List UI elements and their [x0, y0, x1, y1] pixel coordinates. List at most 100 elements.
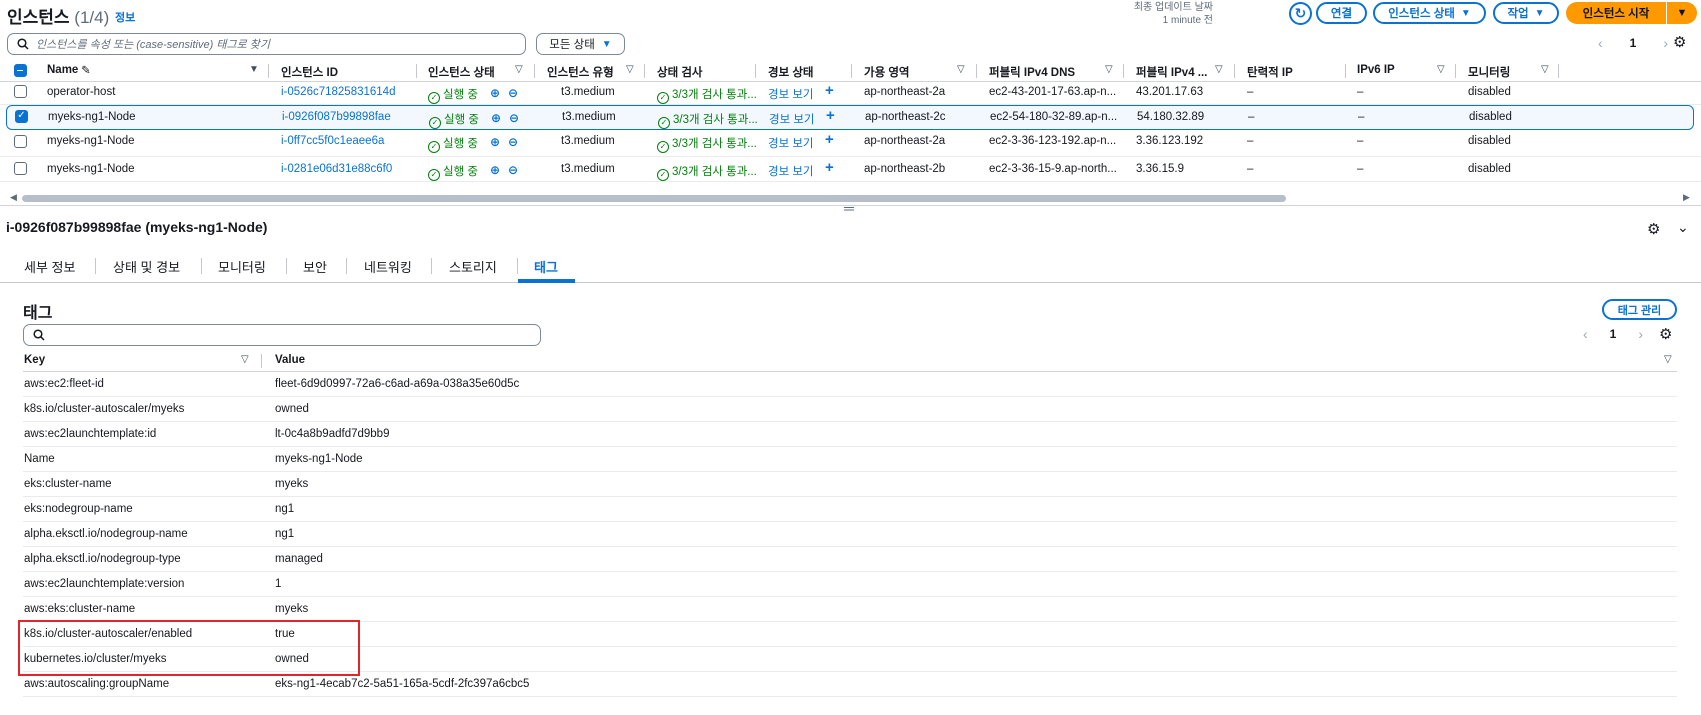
view-alarms-link[interactable]: 경보 보기: [768, 135, 814, 151]
col-type[interactable]: 인스턴스 유형: [547, 64, 614, 80]
add-alarm-icon[interactable]: +: [825, 82, 834, 99]
zoom-in-icon[interactable]: ⊕: [490, 163, 500, 177]
gear-icon[interactable]: ⚙: [1647, 220, 1660, 238]
scroll-right-icon[interactable]: ▶: [1683, 192, 1690, 203]
filter-icon[interactable]: ▽: [957, 64, 965, 75]
info-link[interactable]: 정보: [115, 9, 135, 25]
instance-id-link[interactable]: i-0ff7cc5f0c1eaee6a: [281, 135, 384, 147]
zoom-out-icon[interactable]: ⊖: [509, 111, 519, 125]
tag-value: myeks-ng1-Node: [275, 453, 363, 465]
filter-icon[interactable]: ▽: [1437, 64, 1445, 75]
instance-state-button[interactable]: 인스턴스 상태 ▼: [1373, 2, 1486, 24]
caret-down-icon: ▼: [601, 38, 612, 50]
tab-tags[interactable]: 태그: [534, 257, 558, 276]
status-check-text: 3/3개 검사 통과...: [672, 89, 757, 101]
pencil-icon[interactable]: ✎: [81, 63, 91, 77]
instance-id-link[interactable]: i-0926f087b99898fae: [282, 111, 391, 123]
next-page-icon[interactable]: ›: [1638, 326, 1643, 342]
row-checkbox[interactable]: [14, 135, 27, 148]
add-alarm-icon[interactable]: +: [825, 159, 834, 176]
monitoring: disabled: [1468, 163, 1511, 175]
last-updated-label: 최종 업데이트 날짜: [1133, 2, 1213, 13]
col-instance-id[interactable]: 인스턴스 ID: [281, 64, 338, 80]
instance-name: myeks-ng1-Node: [48, 111, 136, 123]
refresh-button[interactable]: ↻: [1289, 2, 1312, 25]
col-public-dns[interactable]: 퍼블릭 IPv4 DNS: [989, 64, 1075, 80]
selection-count: (1/4): [74, 8, 110, 27]
prev-page-icon[interactable]: ‹: [1598, 35, 1603, 51]
zoom-in-icon[interactable]: ⊕: [490, 86, 500, 100]
tab-networking[interactable]: 네트워킹: [364, 257, 412, 276]
filter-icon[interactable]: ▽: [1541, 64, 1549, 75]
col-name[interactable]: Name: [47, 64, 78, 76]
tab-details[interactable]: 세부 정보: [24, 257, 75, 276]
col-alarm[interactable]: 경보 상태: [768, 64, 814, 80]
col-ipv6[interactable]: IPv6 IP: [1357, 64, 1395, 76]
add-alarm-icon[interactable]: +: [825, 131, 834, 148]
filter-icon[interactable]: ▽: [1105, 64, 1113, 75]
table-row[interactable]: myeks-ng1-Node i-0281e06d31e88c6f0 ✓ 실행 중…: [0, 157, 1701, 182]
scroll-left-icon[interactable]: ◀: [10, 192, 17, 203]
gear-icon[interactable]: ⚙: [1673, 33, 1686, 51]
page-number[interactable]: 1: [1610, 327, 1617, 341]
tag-row: aws:ec2:fleet-id fleet-6d9d0997-72a6-c6ad…: [23, 372, 1677, 397]
horizontal-scrollbar[interactable]: [22, 195, 1286, 202]
sort-icon[interactable]: ▽: [241, 354, 249, 365]
col-elastic-ip[interactable]: 탄력적 IP: [1247, 64, 1293, 80]
elastic-ip: –: [1247, 135, 1254, 147]
state-text: 실행 중: [443, 89, 478, 101]
instance-id-link[interactable]: i-0281e06d31e88c6f0: [281, 163, 392, 175]
launch-instances-button[interactable]: 인스턴스 시작: [1566, 2, 1666, 24]
filter-icon[interactable]: ▽: [626, 64, 634, 75]
zoom-out-icon[interactable]: ⊖: [508, 86, 518, 100]
row-checkbox[interactable]: ✓: [15, 110, 28, 123]
filter-icon[interactable]: ▽: [515, 64, 523, 75]
actions-button[interactable]: 작업 ▼: [1493, 2, 1559, 24]
instance-id-link[interactable]: i-0526c71825831614d: [281, 86, 395, 98]
col-az[interactable]: 가용 영역: [864, 64, 910, 80]
select-all-checkbox[interactable]: [14, 64, 27, 77]
next-page-icon[interactable]: ›: [1663, 35, 1668, 51]
table-row-selected[interactable]: ✓ myeks-ng1-Node i-0926f087b99898fae ✓ 실행…: [6, 105, 1694, 130]
zoom-out-icon[interactable]: ⊖: [508, 163, 518, 177]
tab-status-alarms[interactable]: 상태 및 경보: [113, 257, 180, 276]
page-number[interactable]: 1: [1630, 36, 1637, 50]
connect-button[interactable]: 연결: [1316, 2, 1367, 24]
sort-icon[interactable]: ▽: [1664, 354, 1672, 365]
instance-search-input[interactable]: 인스턴스를 속성 또는 (case-sensitive) 태그로 찾기: [7, 33, 526, 55]
view-alarms-link[interactable]: 경보 보기: [768, 163, 814, 179]
col-monitoring[interactable]: 모니터링: [1468, 64, 1510, 80]
chevron-down-icon[interactable]: ⌄: [1677, 219, 1689, 236]
table-row[interactable]: myeks-ng1-Node i-0ff7cc5f0c1eaee6a ✓ 실행 중…: [0, 131, 1701, 157]
row-checkbox[interactable]: [14, 162, 27, 175]
tab-storage[interactable]: 스토리지: [449, 257, 497, 276]
col-value[interactable]: Value: [275, 354, 305, 366]
gear-icon[interactable]: ⚙: [1659, 325, 1672, 343]
zoom-in-icon[interactable]: ⊕: [490, 135, 500, 149]
view-alarms-link[interactable]: 경보 보기: [768, 86, 814, 102]
filter-icon[interactable]: ▽: [1215, 64, 1223, 75]
zoom-in-icon[interactable]: ⊕: [491, 111, 501, 125]
zoom-out-icon[interactable]: ⊖: [508, 135, 518, 149]
tab-monitoring[interactable]: 모니터링: [218, 257, 266, 276]
sort-icon[interactable]: ▼: [249, 64, 259, 75]
launch-dropdown-button[interactable]: ▼: [1667, 2, 1697, 24]
tag-search-input[interactable]: [23, 324, 541, 346]
row-checkbox[interactable]: [14, 85, 27, 98]
state-filter-select[interactable]: 모든 상태 ▼: [536, 33, 625, 55]
col-state[interactable]: 인스턴스 상태: [428, 64, 495, 80]
col-key[interactable]: Key: [24, 354, 45, 366]
view-alarms-link[interactable]: 경보 보기: [769, 111, 815, 127]
prev-page-icon[interactable]: ‹: [1583, 326, 1588, 342]
instance-type: t3.medium: [561, 86, 615, 98]
table-row[interactable]: operator-host i-0526c71825831614d ✓ 실행 중 …: [0, 80, 1701, 105]
tab-security[interactable]: 보안: [303, 257, 327, 276]
instances-pagination: ‹ 1 ›: [1598, 33, 1668, 53]
col-public-ip[interactable]: 퍼블릭 IPv4 ...: [1136, 64, 1207, 80]
public-ip: 43.201.17.63: [1136, 86, 1204, 98]
tag-value: ng1: [275, 503, 295, 515]
add-alarm-icon[interactable]: +: [826, 107, 835, 124]
col-status-check[interactable]: 상태 검사: [657, 64, 703, 80]
resize-handle-icon[interactable]: ═: [844, 201, 854, 215]
manage-tags-button[interactable]: 태그 관리: [1602, 299, 1677, 320]
